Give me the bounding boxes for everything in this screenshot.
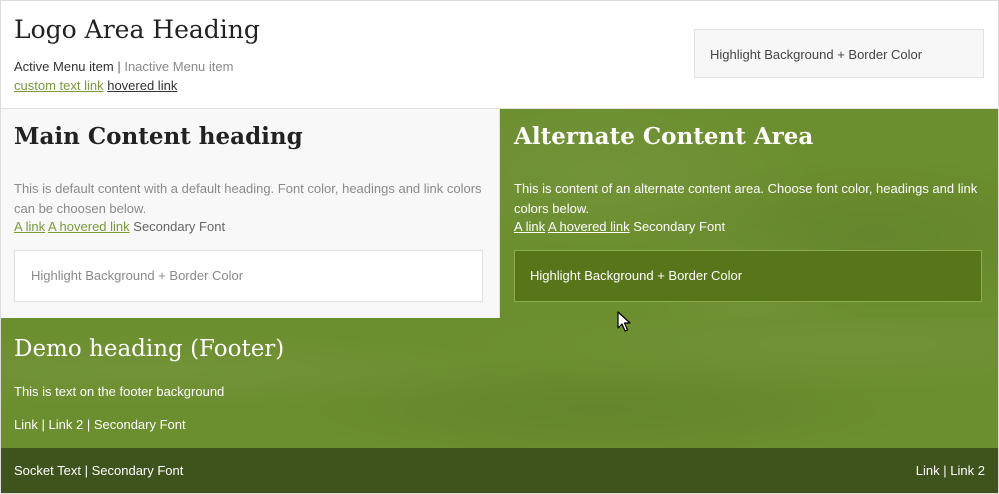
main-content-area: Main Content heading This is default con… <box>1 109 500 318</box>
footer-link-1[interactable]: Link <box>14 417 38 432</box>
socket-separator: | <box>84 463 88 478</box>
color-scheme-preview: Logo Area Heading Active Menu item | Ina… <box>0 0 999 494</box>
footer-separator: | <box>41 417 45 432</box>
socket-area: Socket Text | Secondary Font Link | Link… <box>1 448 998 493</box>
alternate-hovered-link[interactable]: A hovered link <box>548 219 630 234</box>
socket-separator: | <box>943 463 947 478</box>
alternate-content-text: This is content of an alternate content … <box>514 181 978 216</box>
menu-line: Active Menu item | Inactive Menu item <box>14 59 233 74</box>
header-area: Logo Area Heading Active Menu item | Ina… <box>1 1 998 109</box>
footer-area: Demo heading (Footer) This is text on th… <box>1 318 998 448</box>
main-content-heading: Main Content heading <box>14 123 303 150</box>
footer-links: Link | Link 2 | Secondary Font <box>14 417 186 432</box>
active-menu-item[interactable]: Active Menu item <box>14 59 114 74</box>
footer-separator: | <box>86 417 91 432</box>
menu-separator: | <box>117 59 121 74</box>
socket-secondary-font: Secondary Font <box>91 463 184 478</box>
main-link[interactable]: A link <box>14 219 45 234</box>
logo-heading: Logo Area Heading <box>14 15 260 44</box>
main-content-links: A link A hovered link Secondary Font <box>14 219 225 234</box>
socket-links: Link | Link 2 <box>916 463 985 478</box>
custom-text-link[interactable]: custom text link <box>14 78 104 93</box>
alternate-highlight-box: Highlight Background + Border Color <box>514 250 982 302</box>
footer-secondary-font: Secondary Font <box>93 417 186 432</box>
footer-text: This is text on the footer background <box>14 384 225 399</box>
socket-text: Socket Text <box>14 463 81 478</box>
socket-link-1[interactable]: Link <box>916 463 940 478</box>
main-hovered-link[interactable]: A hovered link <box>48 219 130 234</box>
alternate-link[interactable]: A link <box>514 219 545 234</box>
socket-text-line: Socket Text | Secondary Font <box>14 463 183 478</box>
header-highlight-box: Highlight Background + Border Color <box>694 29 984 78</box>
alternate-content-links: A link A hovered link Secondary Font <box>514 219 725 234</box>
footer-heading: Demo heading (Footer) <box>14 336 285 362</box>
alternate-content-area: Alternate Content Area This is content o… <box>500 109 998 318</box>
main-content-text: This is default content with a default h… <box>14 181 482 216</box>
hovered-link[interactable]: hovered link <box>107 78 177 93</box>
inactive-menu-item[interactable]: Inactive Menu item <box>124 59 233 74</box>
alternate-content-heading: Alternate Content Area <box>514 123 814 150</box>
socket-link-2[interactable]: Link 2 <box>950 463 985 478</box>
alternate-secondary-font: Secondary Font <box>633 219 726 234</box>
mouse-pointer-icon <box>617 311 631 332</box>
footer-link-2[interactable]: Link 2 <box>49 417 84 432</box>
header-links: custom text link hovered link <box>14 78 177 93</box>
main-secondary-font: Secondary Font <box>133 219 226 234</box>
main-highlight-box: Highlight Background + Border Color <box>14 250 483 302</box>
